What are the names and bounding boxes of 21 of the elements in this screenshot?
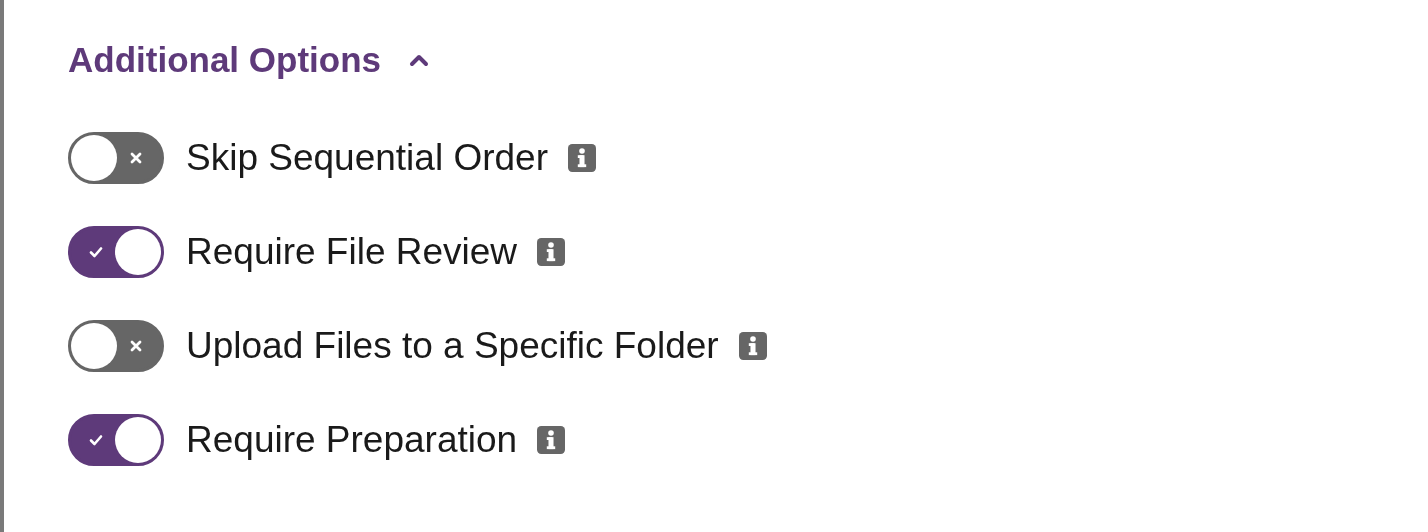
toggle-knob: [71, 135, 117, 181]
toggle-knob: [115, 229, 161, 275]
toggle-switch[interactable]: [68, 320, 164, 372]
section-toggle[interactable]: Additional Options: [68, 40, 430, 80]
toggle-switch[interactable]: [68, 132, 164, 184]
toggle-switch[interactable]: [68, 226, 164, 278]
info-icon[interactable]: [537, 238, 566, 266]
info-icon[interactable]: [738, 332, 767, 360]
option-label: Require File Review: [186, 231, 518, 273]
cross-icon: [129, 339, 143, 353]
cross-icon: [129, 151, 143, 165]
option-label: Skip Sequential Order: [186, 137, 548, 179]
check-icon: [89, 245, 103, 259]
option-label: Require Preparation: [186, 419, 518, 461]
toggle-knob: [71, 323, 117, 369]
toggle-switch[interactable]: [68, 414, 164, 466]
info-icon[interactable]: [537, 426, 566, 454]
toggle-knob: [115, 417, 161, 463]
check-icon: [89, 433, 103, 447]
option-label: Upload Files to a Specific Folder: [186, 325, 719, 367]
info-icon[interactable]: [568, 144, 596, 172]
